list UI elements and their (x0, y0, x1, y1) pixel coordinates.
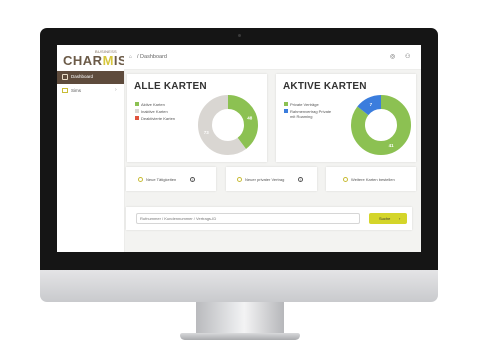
top-bar: ⌂ / Dashboard ◎ ⚇ (124, 45, 421, 70)
aktive-karten-slice-label-0: 41 (389, 143, 395, 148)
card-title: AKTIVE KARTEN (283, 81, 367, 92)
legend-label: Aktive Karten (141, 102, 165, 107)
add-circle-icon (237, 177, 242, 182)
button-label: Neue Tätigkeiten (146, 177, 177, 182)
info-icon[interactable]: i (190, 177, 195, 182)
search-card: Suche › (126, 207, 412, 230)
alle-karten-slice-label-1: 73 (204, 130, 210, 135)
add-circle-icon (138, 177, 143, 182)
monitor-chin (40, 270, 438, 302)
sim-card-icon (62, 88, 68, 93)
sidebar: BUSINESS CHARMIS Dashboard Sims › (57, 45, 127, 252)
search-button-label: Suche (379, 216, 391, 221)
donut-chart-aktive-karten: 417 (351, 95, 411, 155)
legend-label: Inaktive Karten (141, 109, 168, 114)
dashboard-icon (62, 74, 68, 80)
legend-swatch-rahmenvertrag (284, 109, 288, 113)
monitor-camera (238, 34, 241, 37)
button-label: Weitere Karten bestellen (351, 177, 395, 182)
home-icon[interactable]: ⌂ (129, 54, 132, 60)
legend-label: mit Roaming (290, 114, 313, 119)
sidebar-item-label: Dashboard (71, 74, 94, 79)
search-button[interactable]: Suche › (369, 213, 407, 224)
brand-logo-part-1: CHAR (63, 53, 103, 68)
button-label: Neuer privater Vertrag (245, 177, 285, 182)
card-alle-karten: ALLE KARTEN Aktive Karten Inaktive Karte… (127, 74, 267, 162)
card-title: ALLE KARTEN (134, 81, 207, 92)
search-input[interactable] (136, 213, 360, 224)
brand-logo-accent: M (102, 53, 114, 68)
app-screen: BUSINESS CHARMIS Dashboard Sims › ⌂ / Da… (57, 45, 421, 252)
new-activities-button[interactable]: Neue Tätigkeiten i (126, 167, 216, 191)
monitor-stand-foot (180, 333, 300, 340)
legend-swatch-private (284, 102, 288, 106)
user-icon[interactable]: ⚇ (405, 53, 410, 60)
order-more-cards-button[interactable]: Weitere Karten bestellen (326, 167, 416, 191)
new-private-contract-button[interactable]: Neuer privater Vertrag i (226, 167, 317, 191)
legend-swatch-inactive (135, 109, 139, 113)
legend-swatch-deactivated (135, 116, 139, 120)
chevron-right-icon: › (115, 87, 117, 93)
chevron-right-icon: › (399, 215, 401, 221)
alle-karten-slice-label-0: 48 (247, 115, 253, 120)
add-circle-icon (343, 177, 348, 182)
donut-chart-alle-karten: 48 73 (198, 95, 258, 155)
brand-logo[interactable]: CHARMIS (63, 53, 127, 68)
legend-label: Deaktivierte Karten (141, 116, 176, 121)
monitor-stand-neck (196, 302, 284, 336)
sidebar-item-sims[interactable]: Sims › (57, 85, 124, 97)
legend-label: Private Verträge (290, 102, 319, 107)
legend-swatch-active (135, 102, 139, 106)
breadcrumb: / Dashboard (137, 54, 167, 60)
sidebar-item-label: Sims (71, 88, 81, 93)
card-aktive-karten: AKTIVE KARTEN Private Verträge Rahmenver… (276, 74, 416, 162)
help-icon[interactable]: ◎ (390, 53, 395, 60)
sidebar-item-dashboard[interactable]: Dashboard (57, 71, 124, 84)
info-icon[interactable]: i (298, 177, 303, 182)
